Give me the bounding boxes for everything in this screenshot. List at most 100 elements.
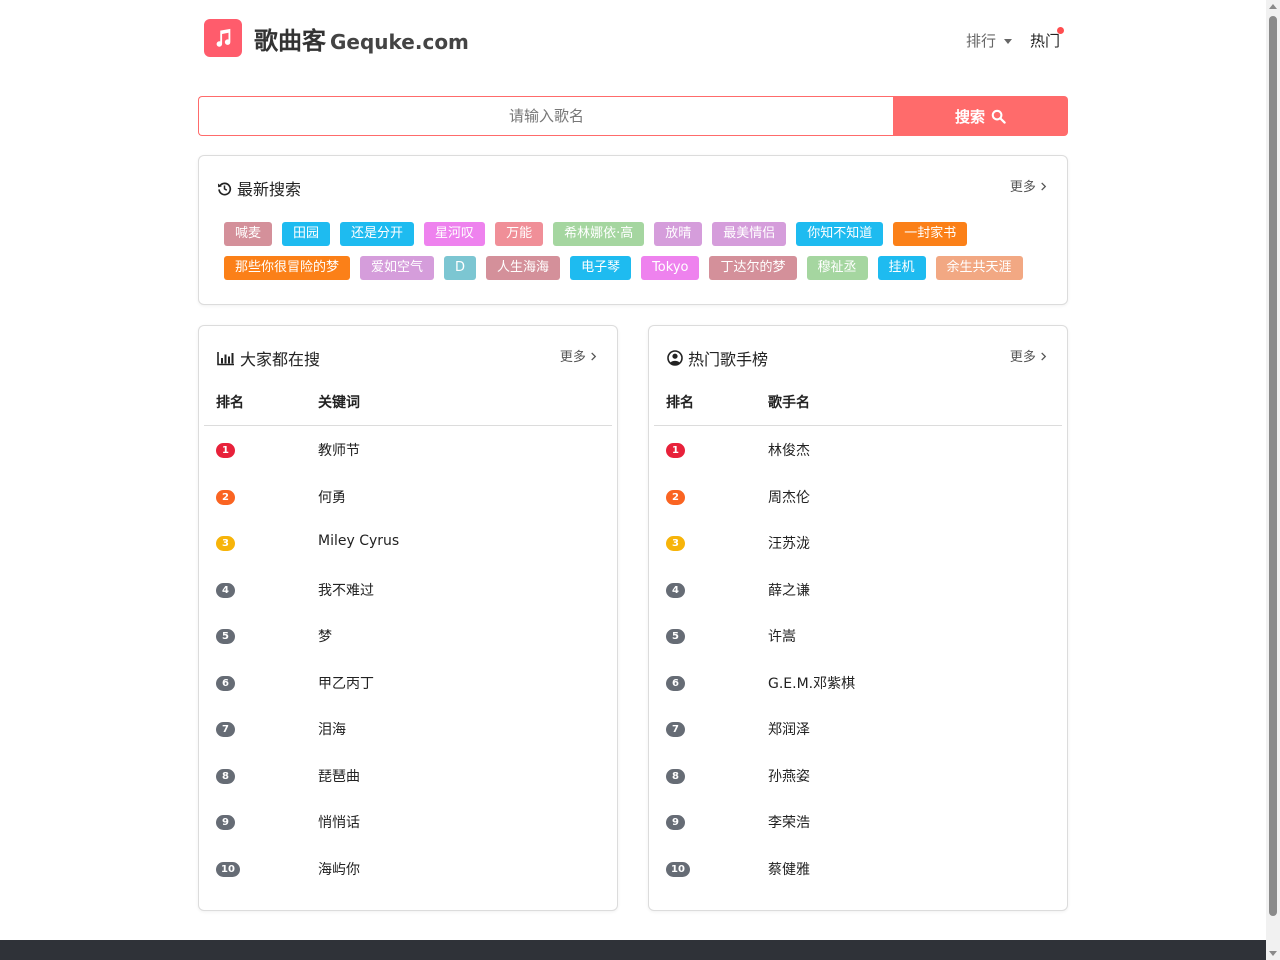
hot-singer-row[interactable]: 5 许嵩 [654, 612, 1062, 659]
rank-badge: 7 [216, 722, 235, 737]
hot-singer-row[interactable]: 8 孙燕姿 [654, 752, 1062, 799]
rank-item-name[interactable]: 周杰伦 [768, 487, 810, 507]
rank-item-name[interactable]: 孙燕姿 [768, 766, 810, 786]
rank-item-name[interactable]: 教师节 [318, 440, 360, 460]
popular-search-row[interactable]: 3 Miley Cyrus [204, 519, 612, 566]
rank-item-name[interactable]: 李荣浩 [768, 812, 810, 832]
hot-singer-row[interactable]: 1 林俊杰 [654, 426, 1062, 473]
recent-tag[interactable]: Tokyo [641, 256, 700, 280]
logo[interactable] [204, 19, 242, 57]
rank-item-name[interactable]: 梦 [318, 626, 332, 646]
rank-item-name[interactable]: 林俊杰 [768, 440, 810, 460]
chevron-right-icon [591, 352, 597, 361]
singer-more-label: 更多 [1009, 350, 1036, 365]
rank-badge: 1 [666, 443, 685, 458]
rank-item-name[interactable]: 甲乙丙丁 [318, 673, 374, 693]
recent-tag[interactable]: 星河叹 [424, 222, 486, 246]
hot-singer-row[interactable]: 4 薛之谦 [654, 566, 1062, 613]
scrollbar-thumb[interactable] [1269, 16, 1277, 916]
popular-search-row[interactable]: 6 甲乙丙丁 [204, 659, 612, 706]
rank-item-name[interactable]: 何勇 [318, 487, 346, 507]
rank-badge: 7 [666, 722, 685, 737]
singer-table-header: 排名 歌手名 [654, 388, 1062, 426]
scroll-up-arrow-icon[interactable] [1269, 4, 1277, 9]
scroll-down-arrow-icon[interactable] [1269, 951, 1277, 956]
rank-item-name[interactable]: 悄悄话 [318, 812, 360, 832]
recent-tag[interactable]: 电子琴 [570, 256, 632, 280]
recent-tag[interactable]: 最美情侣 [712, 222, 787, 246]
rank-item-name[interactable]: 郑润泽 [768, 719, 810, 739]
caret-down-icon [1004, 39, 1012, 44]
rank-item-name[interactable]: 海屿你 [318, 859, 360, 879]
popular-search-row[interactable]: 5梦 [204, 612, 612, 659]
hot-singer-title-text: 热门歌手榜 [688, 350, 769, 369]
recent-tag[interactable]: D [444, 256, 477, 280]
rank-item-name[interactable]: G.E.M.邓紫棋 [768, 673, 855, 693]
search-bar: 搜索 [198, 96, 1068, 136]
hot-singer-row[interactable]: 2 周杰伦 [654, 473, 1062, 520]
nav-rank-label: 排行 [965, 32, 996, 50]
popular-search-row[interactable]: 7 泪海 [204, 705, 612, 752]
popular-search-row[interactable]: 4 我不难过 [204, 566, 612, 613]
rank-item-name[interactable]: 汪苏泷 [768, 533, 810, 553]
rank-badge: 1 [216, 443, 235, 458]
popular-search-row[interactable]: 9 悄悄话 [204, 798, 612, 845]
brand-name[interactable]: 歌曲客 Gequke.com [254, 21, 469, 56]
hot-singer-title: 热门歌手榜 [667, 346, 768, 370]
rank-item-name[interactable]: Miley Cyrus [318, 533, 399, 549]
rank-item-name[interactable]: 琵琶曲 [318, 766, 360, 786]
search-button-label: 搜索 [954, 107, 985, 126]
brand-title: 歌曲客 [254, 27, 326, 55]
nav-hot-link[interactable]: 热门 [1030, 27, 1064, 51]
recent-more-link[interactable]: 更多 [1010, 176, 1047, 195]
recent-tag[interactable]: 一封家书 [893, 222, 968, 246]
search-input[interactable] [198, 96, 894, 136]
nav-rank-dropdown[interactable]: 排行 [966, 30, 1012, 51]
page-scrollbar[interactable] [1266, 0, 1280, 960]
rank-item-name[interactable]: 许嵩 [768, 626, 796, 646]
popular-rank-list: 1 教师节 2 何勇 3 Miley Cyrus 4 我不难过 5 梦 6 甲乙丙丁 7 泪海 8 琵琶曲 9 悄… [204, 426, 612, 891]
history-icon [217, 182, 232, 195]
popular-more-link[interactable]: 更多 [560, 346, 597, 365]
rank-badge: 4 [216, 582, 235, 598]
popular-search-row[interactable]: 1 教师节 [204, 426, 612, 473]
site-footer [0, 940, 1266, 960]
chevron-right-icon [1041, 352, 1047, 361]
rank-badge: 9 [666, 815, 685, 830]
recent-tag[interactable]: 爱如空气 [360, 256, 435, 280]
rank-badge: 10 [666, 861, 690, 877]
recent-tag[interactable]: 万能 [495, 222, 544, 246]
hot-singer-row[interactable]: 9 李荣浩 [654, 798, 1062, 845]
rank-badge: 4 [666, 582, 685, 598]
popular-search-row[interactable]: 8 琵琶曲 [204, 752, 612, 799]
hot-singer-row[interactable]: 6 G.E.M.邓紫棋 [654, 659, 1062, 706]
popular-search-row[interactable]: 10 海屿你 [204, 845, 612, 892]
recent-tag[interactable]: 放晴 [654, 222, 703, 246]
rank-item-name[interactable]: 泪海 [318, 719, 346, 739]
recent-tag[interactable]: 挂机 [877, 256, 926, 280]
recent-tag[interactable]: 希林娜依·高 [553, 222, 645, 246]
bar-chart-icon [217, 351, 234, 365]
recent-tag[interactable]: 丁达尔的梦 [709, 256, 797, 280]
rank-item-name[interactable]: 蔡健雅 [768, 859, 810, 879]
chevron-right-icon [1041, 182, 1047, 191]
recent-tag[interactable]: 余生共天涯 [935, 256, 1023, 280]
recent-tag[interactable]: 人生海海 [486, 256, 561, 280]
popular-search-row[interactable]: 2 何勇 [204, 473, 612, 520]
search-button[interactable]: 搜索 [893, 96, 1068, 136]
hot-singer-card: 热门歌手榜 更多 排名 歌手名 1 林俊杰 2 周杰伦 3 汪苏泷 4 薛之谦 5 许嵩 6 G.E.… [648, 325, 1068, 911]
singer-more-link[interactable]: 更多 [1010, 346, 1047, 365]
recent-tag[interactable]: 喊麦 [224, 222, 273, 246]
hot-singer-row[interactable]: 7 郑润泽 [654, 705, 1062, 752]
hot-singer-row[interactable]: 10 蔡健雅 [654, 845, 1062, 892]
recent-tag[interactable]: 穆祉丞 [806, 256, 868, 280]
rank-item-name[interactable]: 我不难过 [318, 580, 374, 600]
rank-item-name[interactable]: 薛之谦 [768, 580, 810, 600]
hot-singer-row[interactable]: 3 汪苏泷 [654, 519, 1062, 566]
recent-tag[interactable]: 还是分开 [340, 222, 415, 246]
recent-tag[interactable]: 田园 [282, 222, 331, 246]
site-header: 歌曲客 Gequke.com 排行 热门 [198, 18, 1068, 58]
recent-tag[interactable]: 你知不知道 [796, 222, 884, 246]
recent-tag[interactable]: 那些你很冒险的梦 [224, 256, 351, 280]
rank-badge: 3 [216, 536, 235, 551]
